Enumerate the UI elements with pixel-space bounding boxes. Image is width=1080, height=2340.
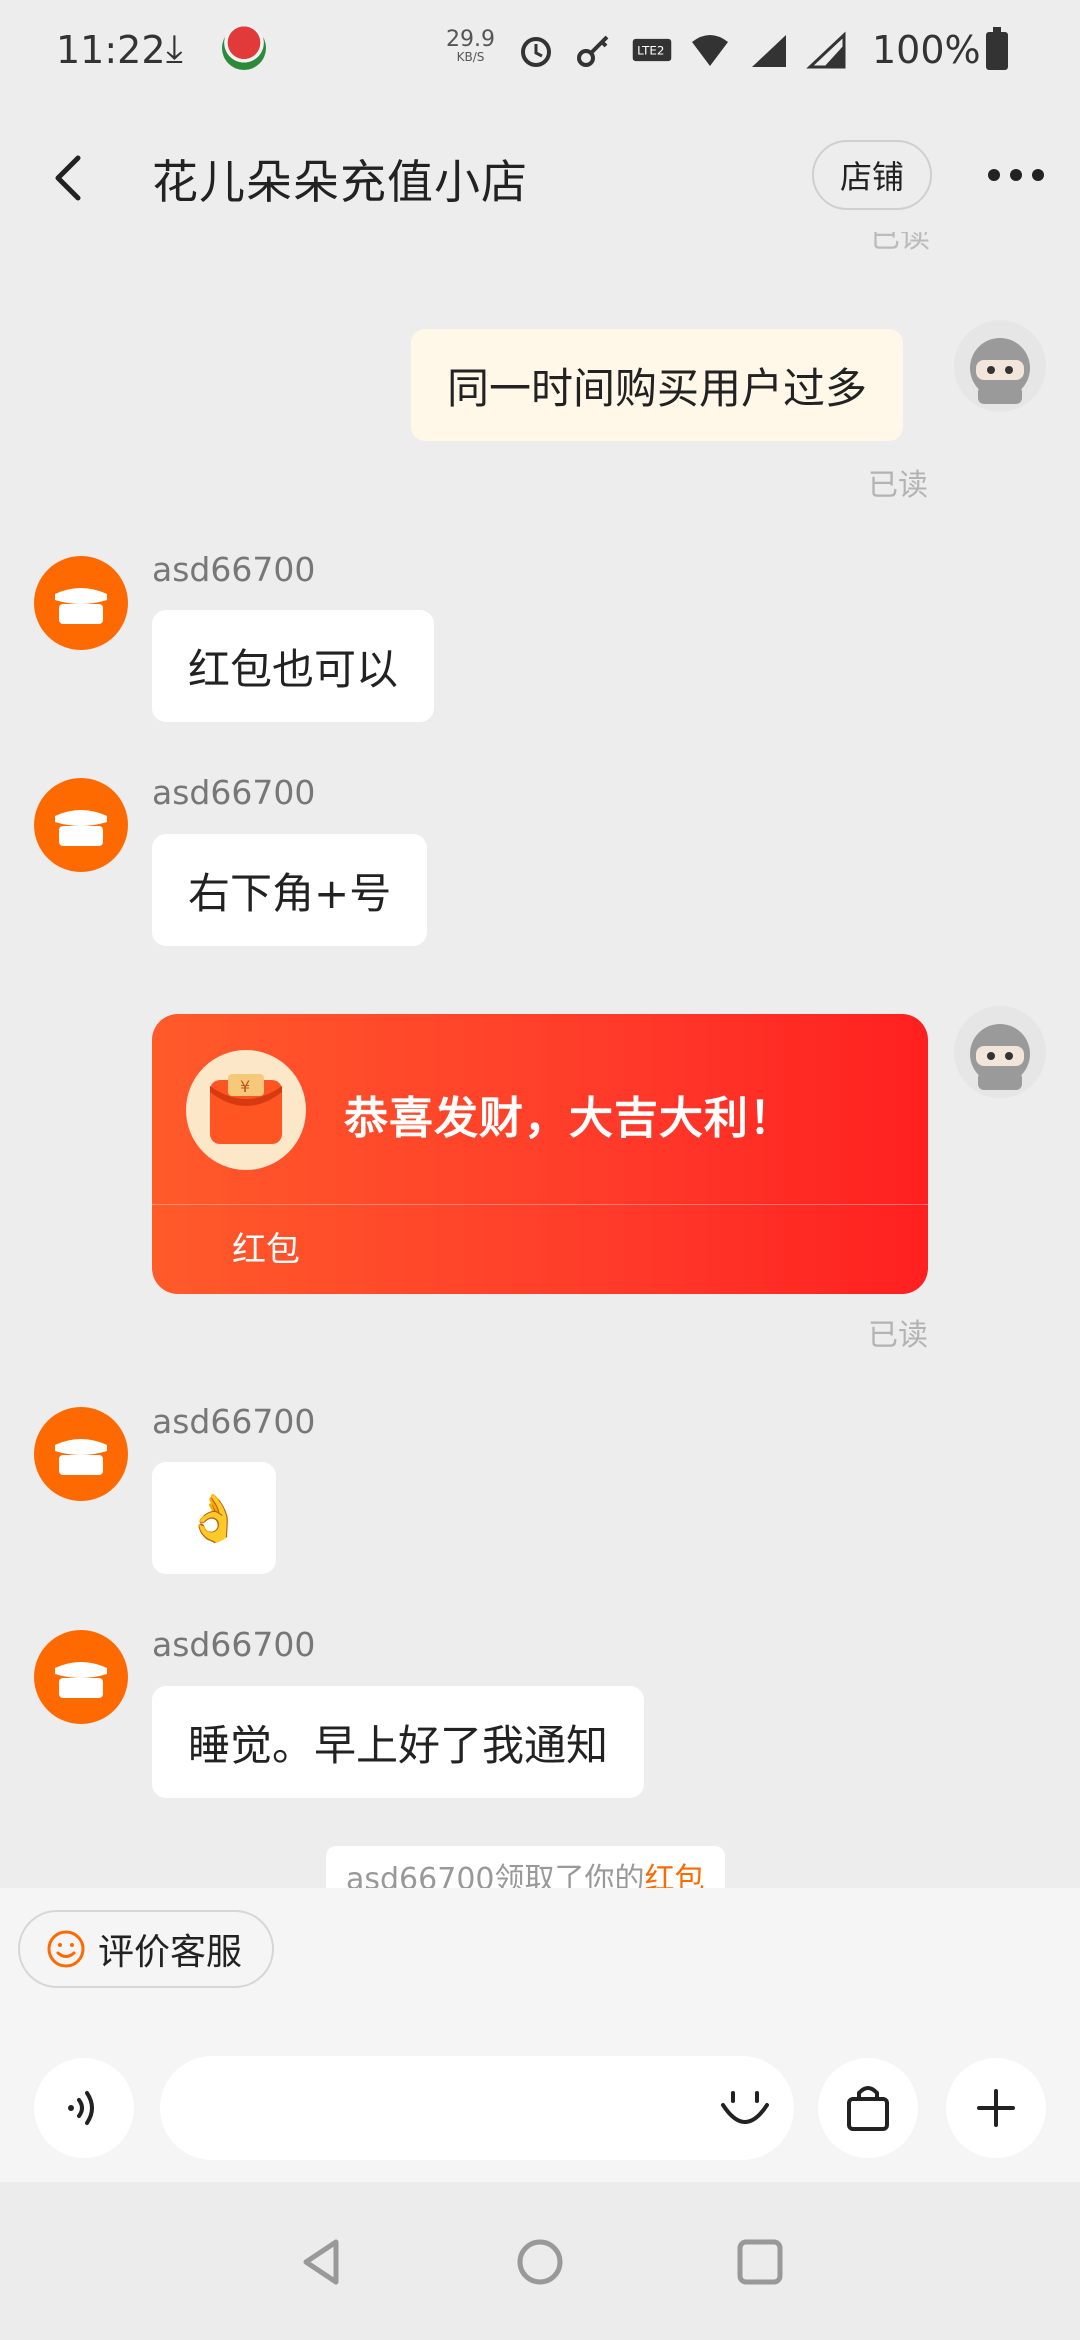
- red-packet-link[interactable]: 红包: [645, 1854, 705, 1888]
- red-packet-label: 红包: [232, 1230, 300, 1270]
- shop-avatar[interactable]: [34, 1407, 128, 1501]
- red-packet-title: 恭喜发财，大吉大利！: [344, 1093, 794, 1144]
- voice-button[interactable]: [34, 2058, 134, 2158]
- app-notification-icon: [222, 26, 266, 70]
- system-notice-text: asd66700领取了你的: [346, 1862, 645, 1888]
- circle-home-icon: [517, 2239, 563, 2285]
- rate-service-label: 评价客服: [98, 1932, 243, 1973]
- network-speed-value: 29.9: [446, 27, 495, 52]
- plus-icon: [977, 2089, 1015, 2127]
- user-avatar[interactable]: [954, 320, 1046, 412]
- chevron-left-icon: [55, 155, 81, 201]
- status-bar: 11:22 ⤓ 29.9 KB/S LTE2 100%: [0, 0, 1080, 100]
- smiley-icon: [47, 1930, 85, 1968]
- svg-text:LTE2: LTE2: [637, 43, 664, 57]
- red-envelope-icon: ¥: [186, 1050, 306, 1170]
- status-icons: LTE2: [516, 28, 846, 72]
- sender-name: asd66700: [152, 1625, 316, 1664]
- system-navigation-bar: [0, 2182, 1080, 2340]
- message-bubble[interactable]: 同一时间购买用户过多: [411, 329, 904, 441]
- message-bubble[interactable]: 睡觉。早上好了我通知: [152, 1686, 645, 1798]
- emoji-icon: [721, 2091, 769, 2124]
- square-recents-icon: [737, 2239, 783, 2285]
- wifi-icon: [690, 30, 730, 70]
- shopping-bag-icon: [847, 2086, 889, 2131]
- store-icon: [55, 1662, 107, 1698]
- chat-messages[interactable]: 已读 同一时间购买用户过多 已读 asd66700 红包也可以 asd66700…: [0, 232, 1080, 1888]
- more-dot-icon: [988, 169, 1000, 181]
- download-icon: ⤓: [166, 26, 183, 70]
- more-dot-icon: [1010, 169, 1022, 181]
- message-input[interactable]: [160, 2056, 794, 2160]
- sender-name: asd66700: [152, 773, 316, 812]
- svg-text:¥: ¥: [240, 1077, 250, 1096]
- system-notice: asd66700领取了你的 红包: [326, 1846, 725, 1888]
- voice-icon: [68, 2091, 94, 2125]
- back-button[interactable]: [40, 148, 100, 208]
- message-bubble[interactable]: 👌: [152, 1462, 276, 1574]
- more-dot-icon: [1032, 169, 1044, 181]
- network-speed: 29.9 KB/S: [446, 27, 495, 65]
- shop-avatar[interactable]: [34, 1630, 128, 1724]
- sender-name: asd66700: [152, 550, 316, 589]
- more-options-button[interactable]: [984, 152, 1048, 198]
- read-status: 已读: [868, 468, 928, 503]
- read-status: 已读: [868, 1318, 928, 1353]
- shop-avatar[interactable]: [34, 778, 128, 872]
- signal-4g-icon: [806, 30, 846, 70]
- store-icon: [55, 1439, 107, 1475]
- network-speed-unit: KB/S: [456, 50, 485, 64]
- shop-button[interactable]: 店铺: [812, 140, 932, 210]
- rate-service-button[interactable]: 评价客服: [18, 1910, 274, 1988]
- user-avatar[interactable]: [954, 1006, 1046, 1098]
- key-icon: [574, 30, 614, 70]
- read-status: 已读: [870, 232, 930, 255]
- ninja-avatar-icon: [970, 338, 1030, 404]
- battery-icon: [986, 27, 1008, 70]
- message-bubble[interactable]: 红包也可以: [152, 610, 435, 722]
- add-more-button[interactable]: [946, 2058, 1046, 2158]
- triangle-back-icon: [303, 2239, 339, 2285]
- ok-hand-emoji: 👌: [185, 1490, 243, 1545]
- page-title: 花儿朵朵充值小店: [152, 155, 528, 209]
- chat-header: 花儿朵朵充值小店 店铺: [0, 120, 1080, 230]
- input-panel: 评价客服: [0, 1888, 1080, 2182]
- divider: [152, 1204, 928, 1205]
- nav-home-button[interactable]: [500, 2222, 580, 2302]
- battery-percent: 100%: [872, 28, 981, 72]
- nav-recents-button[interactable]: [720, 2222, 800, 2302]
- emoji-button[interactable]: [712, 2076, 778, 2142]
- nav-back-button[interactable]: [282, 2222, 362, 2302]
- store-icon: [55, 810, 107, 846]
- volte-icon: LTE2: [632, 30, 672, 70]
- signal-g-icon: [748, 30, 788, 70]
- shop-avatar[interactable]: [34, 556, 128, 650]
- status-time: 11:22: [56, 28, 166, 72]
- store-icon: [55, 588, 107, 624]
- goods-button[interactable]: [818, 2058, 918, 2158]
- red-packet-card[interactable]: ¥ 恭喜发财，大吉大利！ 红包: [152, 1014, 928, 1294]
- alarm-icon: [516, 30, 556, 70]
- sender-name: asd66700: [152, 1402, 316, 1441]
- message-bubble[interactable]: 右下角+号: [152, 834, 428, 946]
- ninja-avatar-icon: [970, 1024, 1030, 1090]
